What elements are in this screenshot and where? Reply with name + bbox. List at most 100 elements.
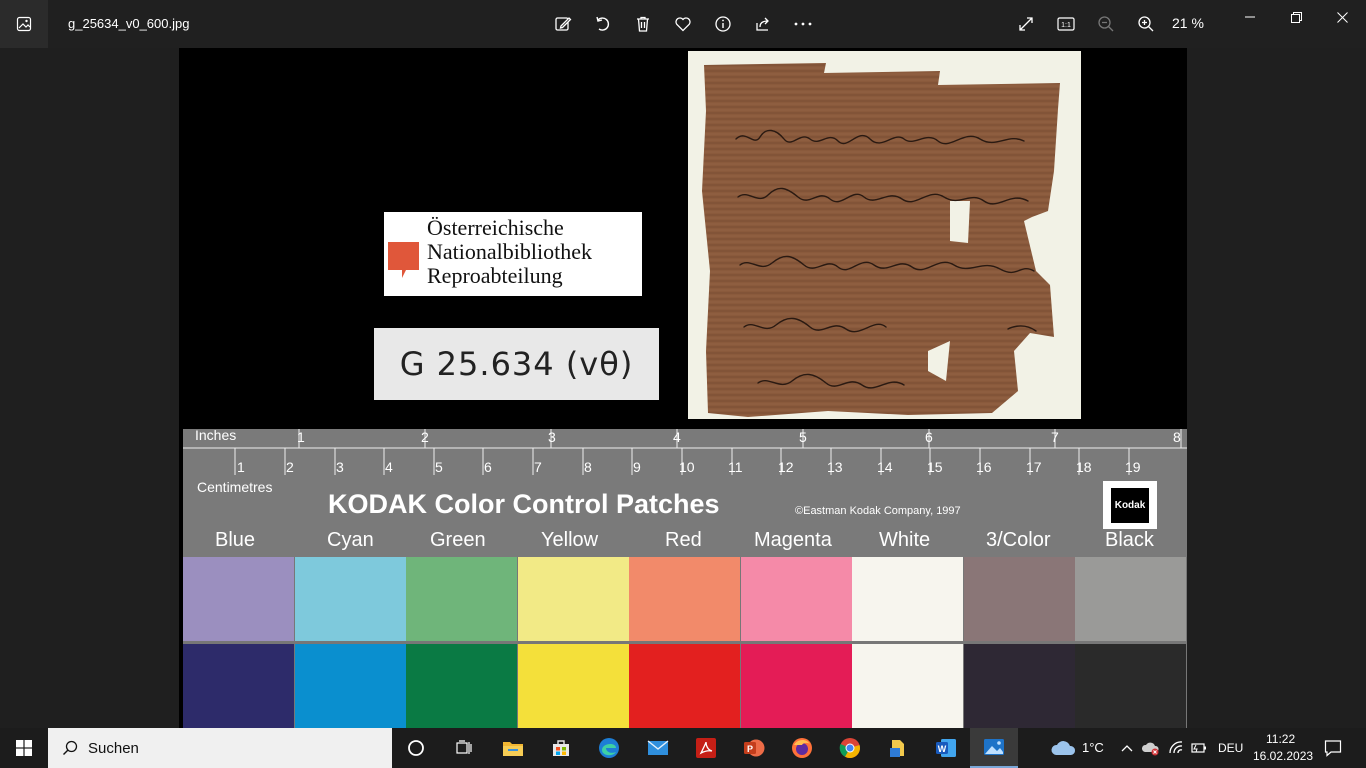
fullscreen-button[interactable] xyxy=(1012,10,1040,38)
start-button[interactable] xyxy=(0,728,48,768)
cm-mark: 8 xyxy=(584,459,592,475)
delete-button[interactable] xyxy=(629,10,657,38)
photos-app-icon[interactable] xyxy=(0,0,48,48)
logo-line-2: Nationalbibliothek xyxy=(427,239,592,264)
cm-mark: 1 xyxy=(237,459,245,475)
heart-icon xyxy=(675,17,691,32)
edit-image-button[interactable] xyxy=(549,10,577,38)
patch-3color-light xyxy=(963,557,1075,641)
more-icon xyxy=(794,22,812,26)
inch-mark: 3 xyxy=(548,429,556,445)
close-button[interactable] xyxy=(1319,4,1365,30)
taskbar-chrome[interactable] xyxy=(826,728,874,768)
cm-mark: 5 xyxy=(435,459,443,475)
actual-size-icon: 1:1 xyxy=(1057,17,1075,31)
zoom-in-button[interactable] xyxy=(1132,10,1160,38)
favorite-button[interactable] xyxy=(669,10,697,38)
file-info-button[interactable] xyxy=(709,10,737,38)
taskbar-acrobat[interactable] xyxy=(682,728,730,768)
onb-bookmark-icon xyxy=(388,242,419,278)
patch-label-3color: 3/Color xyxy=(986,529,1051,551)
taskbar-photos-active[interactable] xyxy=(970,728,1018,768)
centimetres-label: Centimetres xyxy=(197,479,273,495)
image-viewer-canvas[interactable]: Österreichische Nationalbibliothek Repro… xyxy=(0,48,1366,728)
word-icon: W xyxy=(936,739,956,757)
taskbar-store[interactable] xyxy=(537,728,585,768)
cm-mark: 13 xyxy=(827,459,843,475)
cm-mark: 4 xyxy=(385,459,393,475)
svg-text:1:1: 1:1 xyxy=(1061,22,1071,29)
zoom-level[interactable]: 21 % xyxy=(1172,15,1204,31)
taskbar-file-explorer[interactable] xyxy=(489,728,537,768)
patch-red-dark xyxy=(629,644,740,728)
notifications-icon[interactable] xyxy=(1324,739,1342,757)
inch-mark: 1 xyxy=(297,429,305,445)
cm-mark: 6 xyxy=(484,459,492,475)
patch-label-black: Black xyxy=(1105,529,1154,551)
patch-red-light xyxy=(629,557,740,641)
restore-button[interactable] xyxy=(1273,4,1319,30)
inch-mark: 5 xyxy=(799,429,807,445)
clock-date[interactable]: 16.02.2023 xyxy=(1253,749,1313,763)
clock-time[interactable]: 11:22 xyxy=(1266,732,1295,746)
cm-mark: 9 xyxy=(633,459,641,475)
patch-magenta-dark xyxy=(740,644,852,728)
kodak-color-chart: Inches 1 2 3 4 5 6 7 8 1 2 3 4 5 6 7 8 9… xyxy=(183,427,1187,728)
color-patches xyxy=(183,557,1187,728)
wifi-icon[interactable] xyxy=(1168,741,1184,755)
zoom-out-button[interactable] xyxy=(1092,10,1120,38)
taskbar-files-app[interactable] xyxy=(874,728,922,768)
patch-white-light xyxy=(852,557,963,641)
taskbar-mail[interactable] xyxy=(634,728,682,768)
taskbar-word[interactable]: W xyxy=(922,728,970,768)
patch-cyan-dark xyxy=(294,644,406,728)
taskbar-firefox[interactable] xyxy=(778,728,826,768)
papyrus-image xyxy=(702,63,1060,417)
battery-icon[interactable] xyxy=(1191,742,1207,754)
input-language[interactable]: DEU xyxy=(1218,741,1243,755)
patch-blue-light xyxy=(183,557,294,641)
rotate-button[interactable] xyxy=(589,10,617,38)
acrobat-icon xyxy=(696,738,716,758)
weather-temperature[interactable]: 1°C xyxy=(1082,740,1104,755)
taskbar-powerpoint[interactable]: P xyxy=(730,728,778,768)
patch-label-blue: Blue xyxy=(215,529,256,551)
taskbar-search[interactable]: Suchen xyxy=(48,728,392,768)
minimize-button[interactable] xyxy=(1227,4,1273,30)
cm-mark: 3 xyxy=(336,459,344,475)
restore-icon xyxy=(1290,11,1302,23)
patch-yellow-dark xyxy=(517,644,629,728)
measurement-ruler: Inches 1 2 3 4 5 6 7 8 1 2 3 4 5 6 7 8 9… xyxy=(183,427,1187,557)
inch-mark: 2 xyxy=(421,429,429,445)
chrome-icon xyxy=(839,738,860,759)
search-icon xyxy=(63,740,78,755)
cm-mark: 19 xyxy=(1125,459,1141,475)
photos-icon xyxy=(984,739,1004,755)
weather-cloud-icon[interactable] xyxy=(1050,739,1076,757)
files-icon xyxy=(890,740,904,757)
kodak-logo: Kodak xyxy=(1103,481,1157,529)
powerpoint-icon: P xyxy=(744,739,765,757)
patch-black-light xyxy=(1075,557,1186,641)
cortana-button[interactable] xyxy=(392,728,440,768)
share-button[interactable] xyxy=(749,10,777,38)
task-view-button[interactable] xyxy=(440,728,488,768)
windows-logo-icon xyxy=(16,740,32,756)
papyrus-fragment xyxy=(688,51,1081,419)
inch-mark: 6 xyxy=(925,429,933,445)
actual-size-button[interactable]: 1:1 xyxy=(1052,10,1080,38)
onedrive-error-icon[interactable] xyxy=(1142,740,1160,756)
taskbar-edge[interactable] xyxy=(585,728,633,768)
show-hidden-icons-chevron-up-icon[interactable] xyxy=(1121,744,1133,752)
folder-icon xyxy=(503,742,523,756)
displayed-photo: Österreichische Nationalbibliothek Repro… xyxy=(179,48,1187,728)
patch-green-light xyxy=(406,557,517,641)
patch-label-green: Green xyxy=(430,529,486,551)
cm-mark: 16 xyxy=(976,459,992,475)
shelfmark-label: G 25.634 (vθ) xyxy=(374,328,659,400)
store-icon xyxy=(553,740,569,756)
patch-black-dark xyxy=(1075,644,1186,728)
file-name: g_25634_v0_600.jpg xyxy=(68,16,190,31)
patch-label-red: Red xyxy=(665,529,702,551)
more-options-button[interactable] xyxy=(789,10,817,38)
